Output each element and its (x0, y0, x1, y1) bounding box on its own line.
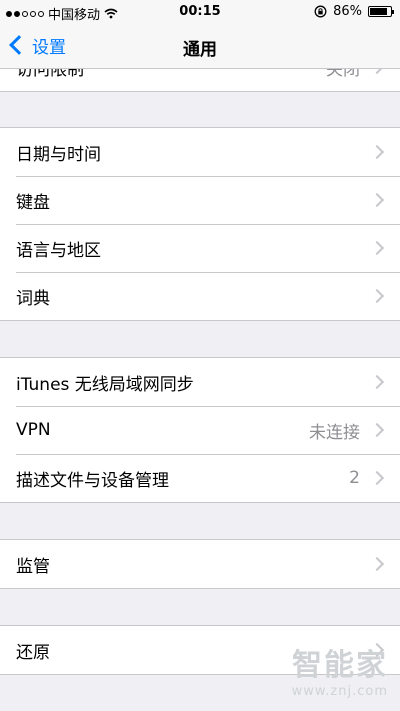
settings-group: 日期与时间键盘语言与地区词典 (0, 127, 400, 321)
settings-row[interactable]: 日期与时间 (0, 128, 400, 176)
status-right: 86% (314, 4, 394, 19)
settings-row[interactable]: 键盘 (0, 176, 400, 224)
row-label: 语言与地区 (16, 240, 101, 261)
settings-row[interactable]: 语言与地区 (0, 224, 400, 272)
settings-row[interactable]: 词典 (0, 272, 400, 320)
settings-list: 日期与时间键盘语言与地区词典 iTunes 无线局域网同步 VPN 未连接描述文件与设… (0, 69, 400, 675)
watermark-logo: 智能家 (292, 648, 388, 683)
row-label: 词典 (16, 288, 50, 309)
battery-fill (370, 8, 388, 15)
chevron-right-icon (369, 192, 385, 208)
chevron-right-icon (369, 422, 385, 438)
row-label: 描述文件与设备管理 (16, 470, 169, 491)
row-label: VPN (16, 420, 51, 440)
row-label: iTunes 无线局域网同步 (16, 374, 194, 395)
settings-row[interactable]: 描述文件与设备管理 2 (0, 454, 400, 502)
navigation-bar: 设置 通用 (0, 22, 400, 69)
row-label: 监管 (16, 556, 50, 577)
chevron-right-icon (369, 470, 385, 486)
battery-icon (368, 6, 394, 17)
row-label: 日期与时间 (16, 144, 101, 165)
settings-row[interactable]: iTunes 无线局域网同步 (0, 358, 400, 406)
chevron-right-icon (369, 374, 385, 390)
orientation-lock-icon (314, 5, 327, 18)
row-value: 未连接 (309, 422, 360, 443)
row-label: 键盘 (16, 192, 50, 213)
chevron-right-icon (369, 240, 385, 256)
settings-group: iTunes 无线局域网同步 VPN 未连接描述文件与设备管理 2 (0, 357, 400, 503)
row-value: 2 (349, 468, 360, 488)
page-title: 通用 (183, 40, 217, 60)
settings-row[interactable]: 监管 (0, 540, 400, 588)
chevron-right-icon (369, 288, 385, 304)
watermark: 智能家 www.znj.com (292, 640, 388, 699)
chevron-right-icon (369, 144, 385, 160)
status-bar: 中国移动 00:15 86% (0, 0, 400, 23)
watermark-url: www.znj.com (291, 684, 388, 699)
settings-row[interactable]: VPN 未连接 (0, 406, 400, 454)
battery-percent: 86% (333, 4, 362, 19)
settings-group: 监管 (0, 539, 400, 589)
chevron-right-icon (369, 556, 385, 572)
